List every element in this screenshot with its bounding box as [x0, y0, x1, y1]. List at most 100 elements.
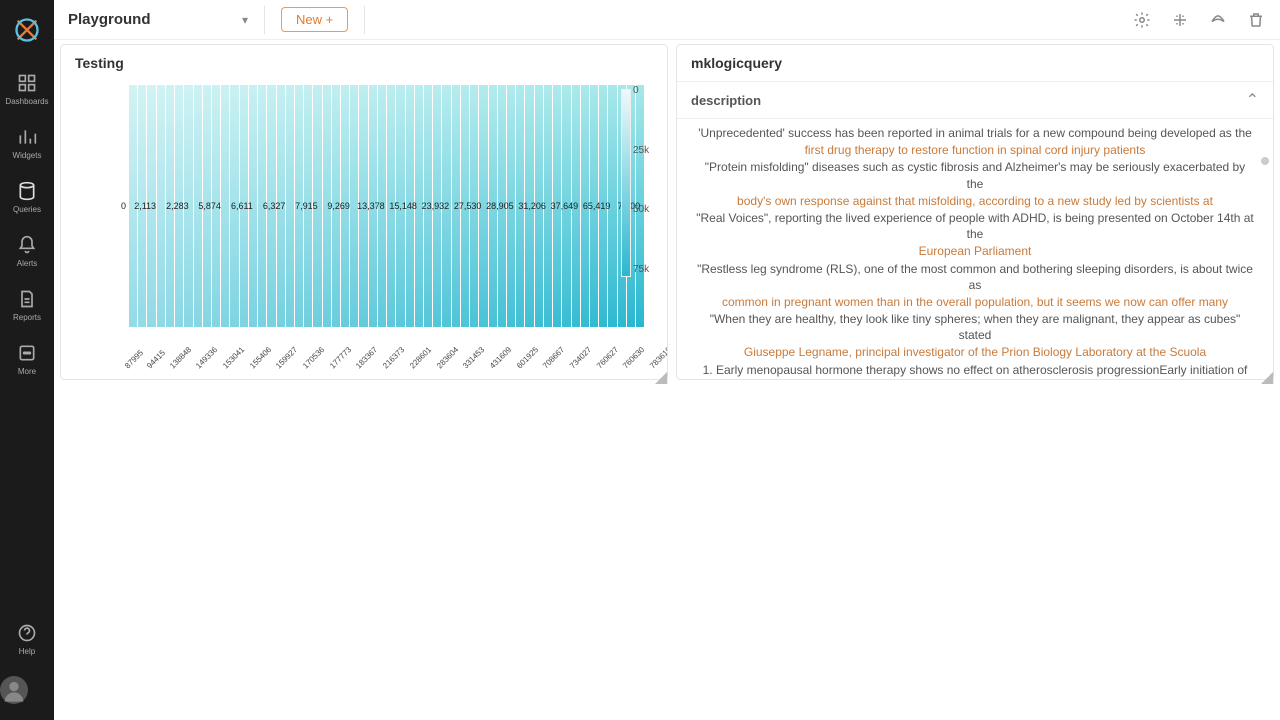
description-line: body's own response against that misfold… — [695, 193, 1255, 209]
zero-label: 0 — [121, 201, 126, 211]
help-icon — [16, 622, 38, 644]
value-label: 6,611 — [226, 201, 258, 211]
panel-title: Testing — [61, 45, 667, 81]
value-label: 28,905 — [484, 201, 516, 211]
description-line: 1. Early menopausal hormone therapy show… — [695, 362, 1255, 378]
x-tick-label: 170536 — [301, 345, 326, 370]
add-icon[interactable] — [1170, 10, 1190, 30]
x-tick-label: 431609 — [488, 345, 513, 370]
settings-icon[interactable] — [1132, 10, 1152, 30]
scale-tick: 75k — [633, 264, 661, 275]
x-axis-labels: 8799594415138848149336153041155406159927… — [123, 364, 651, 373]
share-icon[interactable] — [1208, 10, 1228, 30]
description-line: European Parliament — [695, 243, 1255, 259]
description-line: first drug therapy to restore function i… — [695, 142, 1255, 158]
x-tick-label: 734027 — [568, 345, 593, 370]
detail-panel: mklogicquery description ⌃ 'Unprecedente… — [676, 44, 1274, 380]
breadcrumb-label: Playground — [68, 11, 151, 28]
scale-tick: 0 — [633, 85, 661, 96]
sidebar-item-widgets[interactable]: Widgets — [0, 126, 54, 160]
sidebar-item-dashboards[interactable]: Dashboards — [0, 72, 54, 106]
sidebar-item-label: Help — [19, 647, 35, 656]
value-label: 37,649 — [548, 201, 580, 211]
x-tick-label: 708667 — [541, 345, 566, 370]
app-logo[interactable] — [13, 16, 41, 44]
x-tick-label: 601925 — [515, 345, 540, 370]
scrollbar-thumb[interactable] — [1261, 157, 1269, 165]
chevron-down-icon: ▾ — [242, 13, 248, 27]
sidebar-item-label: Reports — [13, 313, 41, 322]
trash-icon[interactable] — [1246, 10, 1266, 30]
divider — [364, 6, 365, 34]
scale-labels: 0 25k 50k 75k — [633, 85, 661, 275]
value-label: 27,530 — [452, 201, 484, 211]
x-tick-label: 94415 — [145, 348, 167, 370]
top-bar: Playground ▾ New + — [54, 0, 1280, 40]
scale-tick: 25k — [633, 145, 661, 156]
description-section-header[interactable]: description ⌃ — [677, 81, 1273, 119]
x-tick-label: 149336 — [194, 345, 219, 370]
sidebar-item-label: Queries — [13, 205, 41, 214]
bar-chart[interactable]: 0 2,1132,2835,8746,6116,3277,9159,26913,… — [61, 81, 667, 379]
chart-icon — [16, 126, 38, 148]
sidebar-item-label: Alerts — [17, 259, 37, 268]
value-label: 6,327 — [258, 201, 290, 211]
x-tick-label: 783619 — [648, 345, 667, 370]
value-label: 13,378 — [355, 201, 387, 211]
user-avatar[interactable] — [0, 676, 28, 704]
sidebar-item-label: Dashboards — [5, 97, 48, 106]
x-tick-label: 87995 — [123, 348, 145, 370]
divider — [264, 6, 265, 34]
dots-icon — [16, 342, 38, 364]
chevron-up-icon: ⌃ — [1246, 90, 1259, 110]
x-tick-label: 228601 — [408, 345, 433, 370]
sidebar-item-queries[interactable]: Queries — [0, 180, 54, 214]
scale-tick: 50k — [633, 204, 661, 215]
left-sidebar: Dashboards Widgets Queries Alerts Report… — [0, 0, 54, 720]
x-tick-label: 138848 — [168, 345, 193, 370]
value-label: 5,874 — [194, 201, 226, 211]
bell-icon — [16, 234, 38, 256]
sidebar-item-help[interactable]: Help — [0, 622, 54, 656]
main-area: Testing 0 2,1132,2835,8746,6116,3277,915… — [54, 40, 1280, 720]
section-label: description — [691, 93, 761, 108]
description-line: "Restless leg syndrome (RLS), one of the… — [695, 261, 1255, 293]
database-icon — [16, 180, 38, 202]
x-tick-label: 283604 — [435, 345, 460, 370]
value-label: 7,915 — [290, 201, 322, 211]
color-scale — [621, 89, 631, 277]
breadcrumb-dropdown[interactable]: Playground ▾ — [68, 11, 248, 28]
description-line: "Protein misfolding" diseases such as cy… — [695, 159, 1255, 191]
x-tick-label: 153041 — [221, 345, 246, 370]
value-label: 9,269 — [323, 201, 355, 211]
x-tick-label: 183367 — [354, 345, 379, 370]
value-labels: 2,1132,2835,8746,6116,3277,9159,26913,37… — [129, 201, 645, 211]
sidebar-item-label: More — [18, 367, 36, 376]
sidebar-item-label: Widgets — [13, 151, 42, 160]
panel-title: mklogicquery — [677, 45, 1273, 81]
sidebar-item-alerts[interactable]: Alerts — [0, 234, 54, 268]
description-line: "Real Voices", reporting the lived exper… — [695, 210, 1255, 242]
value-label: 2,113 — [129, 201, 161, 211]
x-tick-label: 177773 — [328, 345, 353, 370]
description-line: Giuseppe Legname, principal investigator… — [695, 344, 1255, 360]
x-tick-label: 216373 — [381, 345, 406, 370]
description-line: 'Unprecedented' success has been reporte… — [695, 125, 1255, 141]
value-label: 31,206 — [516, 201, 548, 211]
value-label: 23,932 — [419, 201, 451, 211]
sidebar-item-more[interactable]: More — [0, 342, 54, 376]
x-tick-label: 331453 — [461, 345, 486, 370]
chart-panel: Testing 0 2,1132,2835,8746,6116,3277,915… — [60, 44, 668, 380]
x-tick-label: 760627 — [595, 345, 620, 370]
description-line: "When they are healthy, they look like t… — [695, 311, 1255, 343]
description-body: 'Unprecedented' success has been reporte… — [677, 119, 1273, 379]
sidebar-item-reports[interactable]: Reports — [0, 288, 54, 322]
new-button[interactable]: New + — [281, 7, 348, 32]
grid-icon — [16, 72, 38, 94]
x-tick-label: 155406 — [248, 345, 273, 370]
document-icon — [16, 288, 38, 310]
value-label: 2,283 — [161, 201, 193, 211]
description-line: common in pregnant women than in the ove… — [695, 294, 1255, 310]
value-label: 65,419 — [581, 201, 613, 211]
value-label: 15,148 — [387, 201, 419, 211]
